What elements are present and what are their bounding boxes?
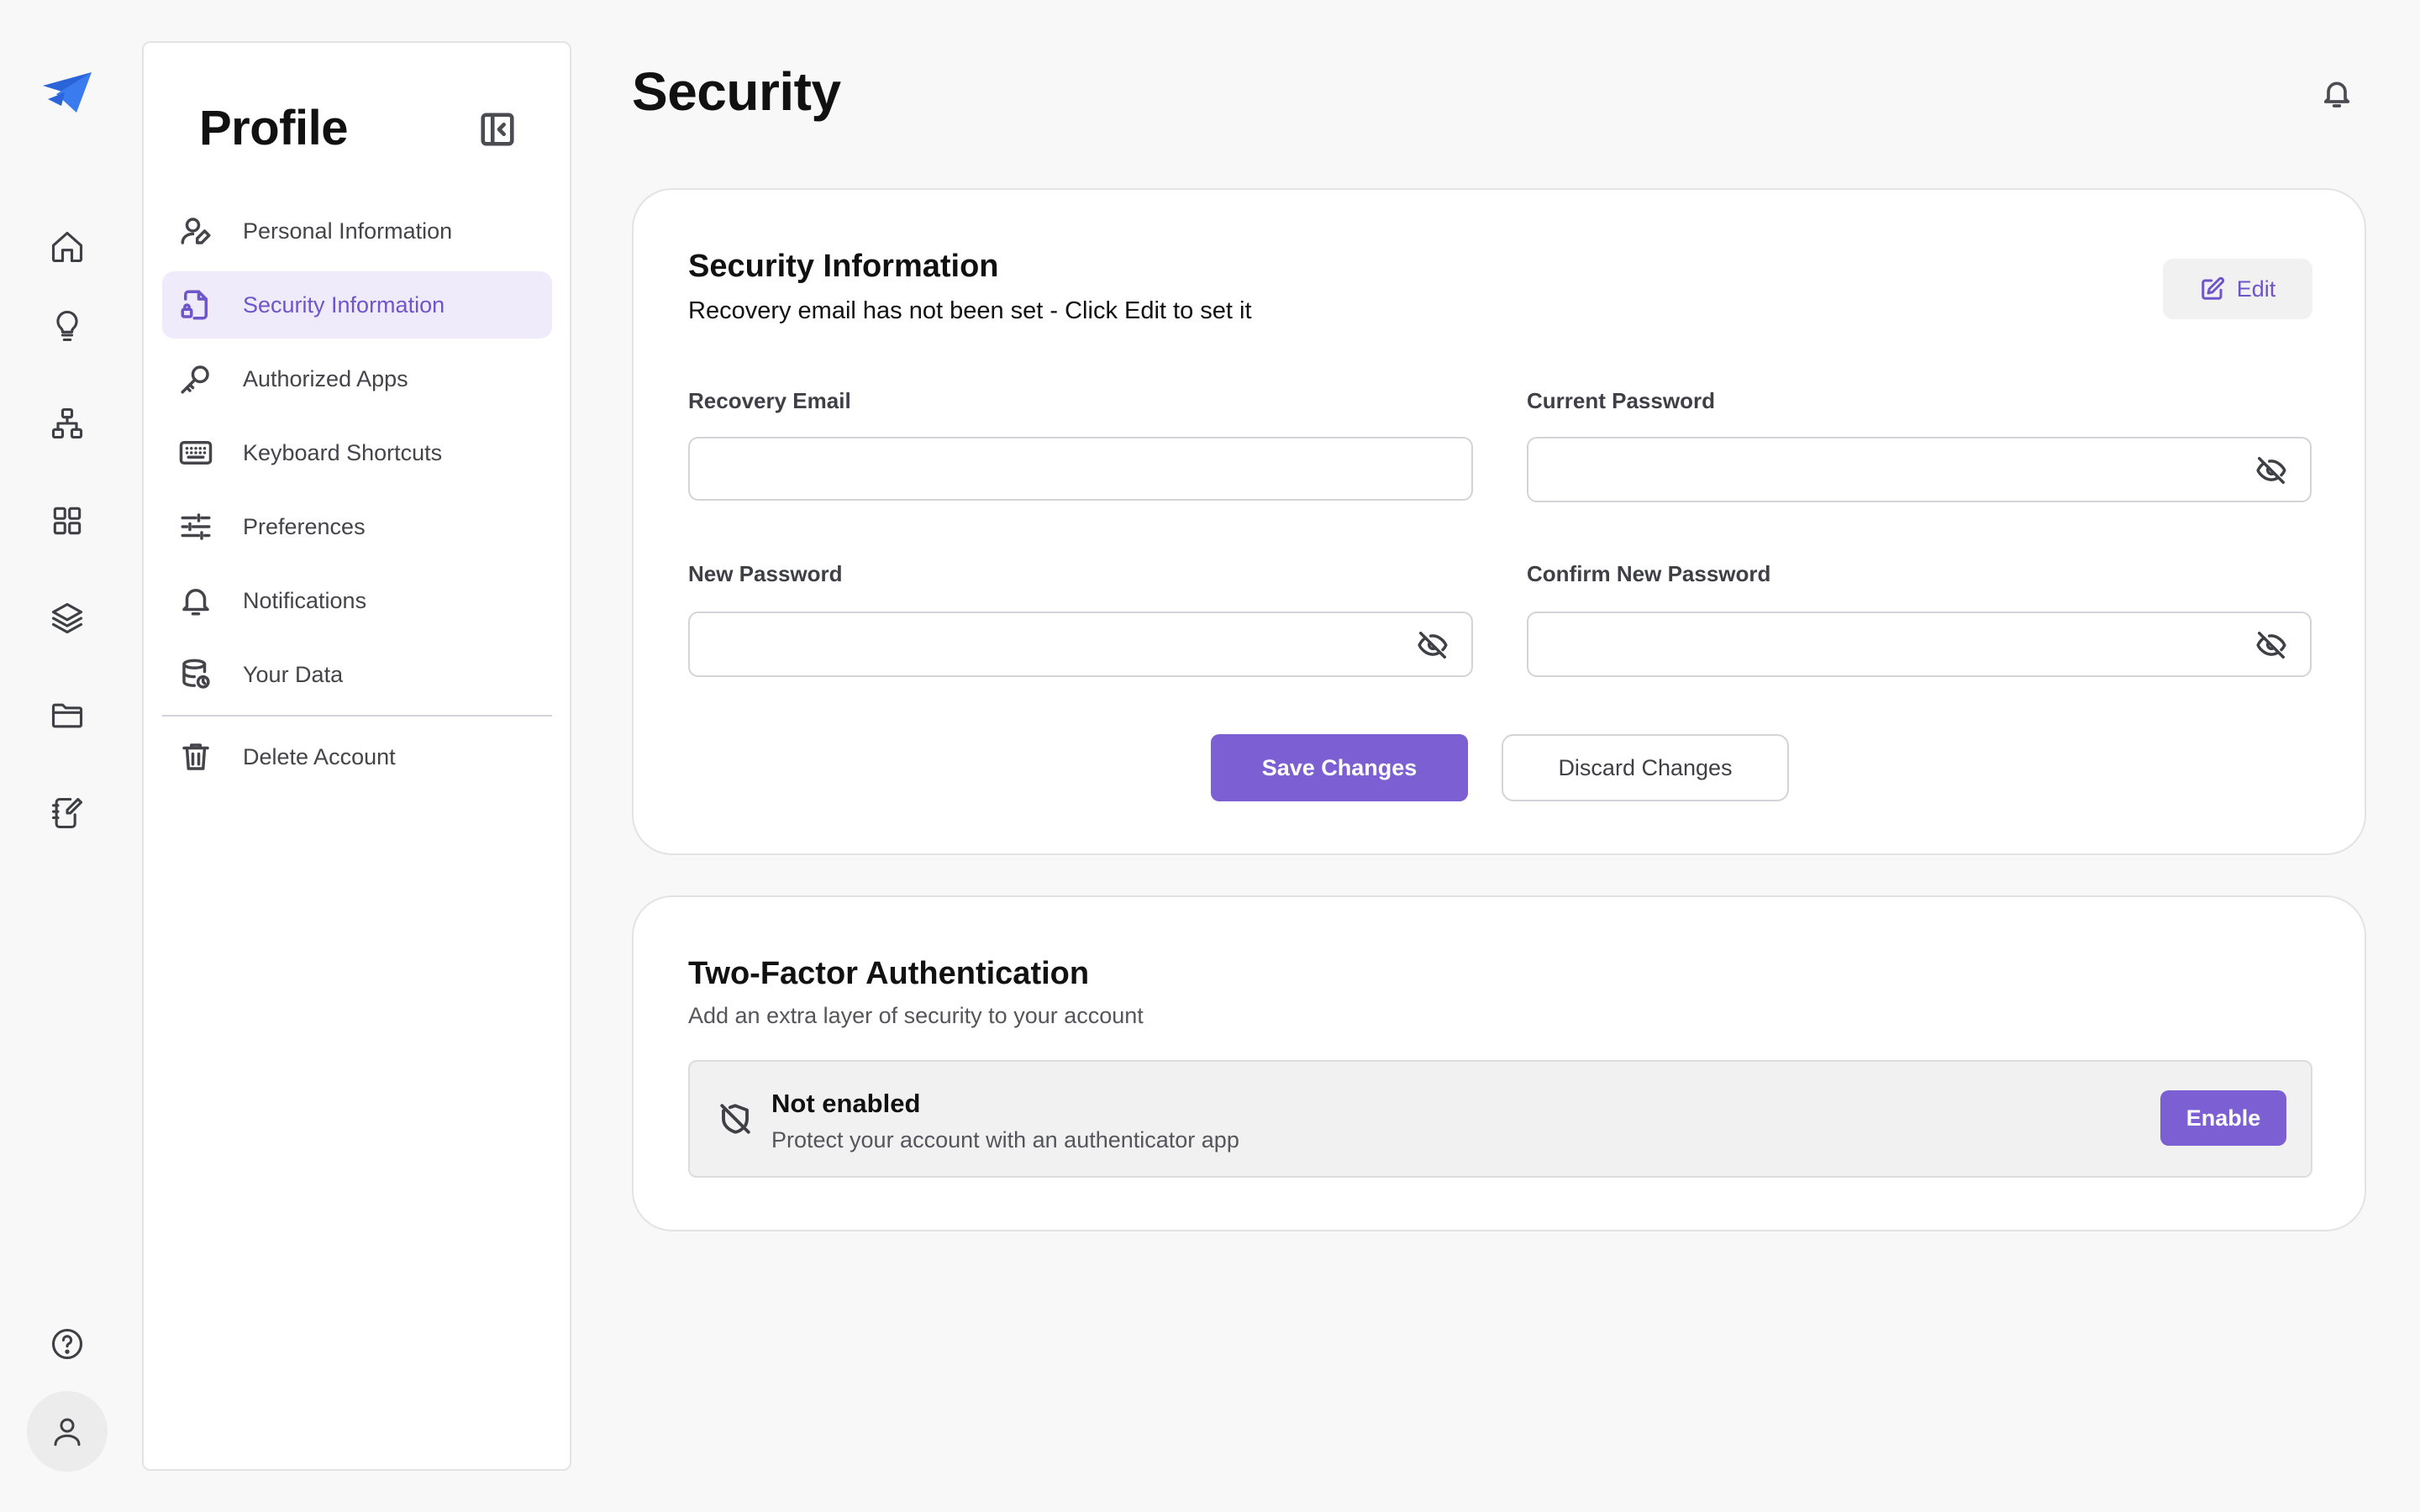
nav-item-keyboard-shortcuts[interactable]: Keyboard Shortcuts	[162, 419, 552, 486]
nav-item-label: Your Data	[243, 661, 344, 687]
folder-icon[interactable]	[27, 675, 108, 756]
edit-icon	[2201, 276, 2224, 300]
user-icon[interactable]	[27, 1391, 108, 1472]
nav-item-security-information[interactable]: Security Information	[162, 271, 552, 339]
notifications-bell-icon[interactable]	[2316, 72, 2358, 114]
logo-icon[interactable]	[27, 52, 108, 133]
card-title: Two-Factor Authentication	[688, 956, 1090, 991]
nav-item-label: Authorized Apps	[243, 365, 408, 391]
keyboard-icon	[177, 434, 214, 471]
new-password-field	[688, 612, 1473, 677]
shield-off-icon	[717, 1100, 754, 1137]
eye-off-icon[interactable]	[2254, 628, 2288, 662]
nav-item-label: Security Information	[243, 291, 445, 318]
current-password-label: Current Password	[1527, 388, 1715, 413]
new-password-label: New Password	[688, 561, 843, 586]
save-changes-button[interactable]: Save Changes	[1211, 734, 1468, 801]
discard-changes-button[interactable]: Discard Changes	[1502, 734, 1789, 801]
nav-item-personal-information[interactable]: Personal Information	[162, 197, 552, 265]
card-subtitle: Add an extra layer of security to your a…	[688, 1003, 1144, 1028]
database-icon	[177, 656, 214, 693]
user-edit-icon	[177, 213, 214, 249]
confirm-password-label: Confirm New Password	[1527, 561, 1771, 586]
grid-icon[interactable]	[27, 480, 108, 561]
sliders-icon	[177, 508, 214, 545]
current-password-field	[1527, 437, 2312, 502]
new-password-input[interactable]	[690, 613, 1471, 675]
recovery-email-input[interactable]	[690, 438, 1471, 499]
recovery-email-field	[688, 437, 1473, 501]
notebook-edit-icon[interactable]	[27, 773, 108, 853]
layers-icon[interactable]	[27, 578, 108, 659]
sitemap-icon[interactable]	[27, 383, 108, 464]
two-factor-status-box: Not enabled Protect your account with an…	[688, 1060, 2312, 1178]
confirm-password-field	[1527, 612, 2312, 677]
collapse-panel-icon[interactable]	[476, 108, 518, 150]
nav-item-label: Keyboard Shortcuts	[243, 439, 443, 465]
two-factor-card: Two-Factor Authentication Add an extra l…	[632, 895, 2366, 1231]
page-title: Security	[632, 61, 841, 122]
nav-item-preferences[interactable]: Preferences	[162, 493, 552, 560]
card-subtitle: Recovery email has not been set - Click …	[688, 297, 1252, 324]
nav-item-label: Personal Information	[243, 218, 453, 244]
enable-button[interactable]: Enable	[2160, 1090, 2286, 1146]
two-factor-status: Not enabled	[771, 1089, 921, 1118]
panel-title: Profile	[199, 101, 349, 155]
file-lock-icon	[177, 286, 214, 323]
nav-item-label: Delete Account	[243, 743, 396, 769]
nav-item-notifications[interactable]: Notifications	[162, 567, 552, 634]
nav-item-label: Notifications	[243, 587, 367, 613]
nav-item-delete-account[interactable]: Delete Account	[162, 723, 552, 790]
two-factor-description: Protect your account with an authenticat…	[771, 1127, 1239, 1152]
edit-label: Edit	[2236, 276, 2276, 302]
home-icon[interactable]	[27, 207, 108, 287]
nav-divider	[162, 715, 552, 717]
app-rail	[0, 0, 134, 1512]
help-icon[interactable]	[27, 1304, 108, 1384]
eye-off-icon[interactable]	[1416, 628, 1449, 662]
edit-button[interactable]: Edit	[2163, 259, 2312, 319]
security-information-card: Security Information Recovery email has …	[632, 188, 2366, 855]
nav-item-label: Preferences	[243, 513, 366, 539]
current-password-input[interactable]	[1528, 438, 2310, 501]
nav-item-your-data[interactable]: Your Data	[162, 641, 552, 708]
bell-icon	[177, 582, 214, 619]
recovery-email-label: Recovery Email	[688, 388, 851, 413]
confirm-password-input[interactable]	[1528, 613, 2310, 675]
lightbulb-icon[interactable]	[27, 286, 108, 366]
trash-icon	[177, 738, 214, 775]
key-icon	[177, 360, 214, 397]
eye-off-icon[interactable]	[2254, 454, 2288, 487]
nav-item-authorized-apps[interactable]: Authorized Apps	[162, 345, 552, 412]
card-title: Security Information	[688, 249, 999, 284]
profile-panel: Profile Personal Information Security In…	[142, 41, 571, 1471]
